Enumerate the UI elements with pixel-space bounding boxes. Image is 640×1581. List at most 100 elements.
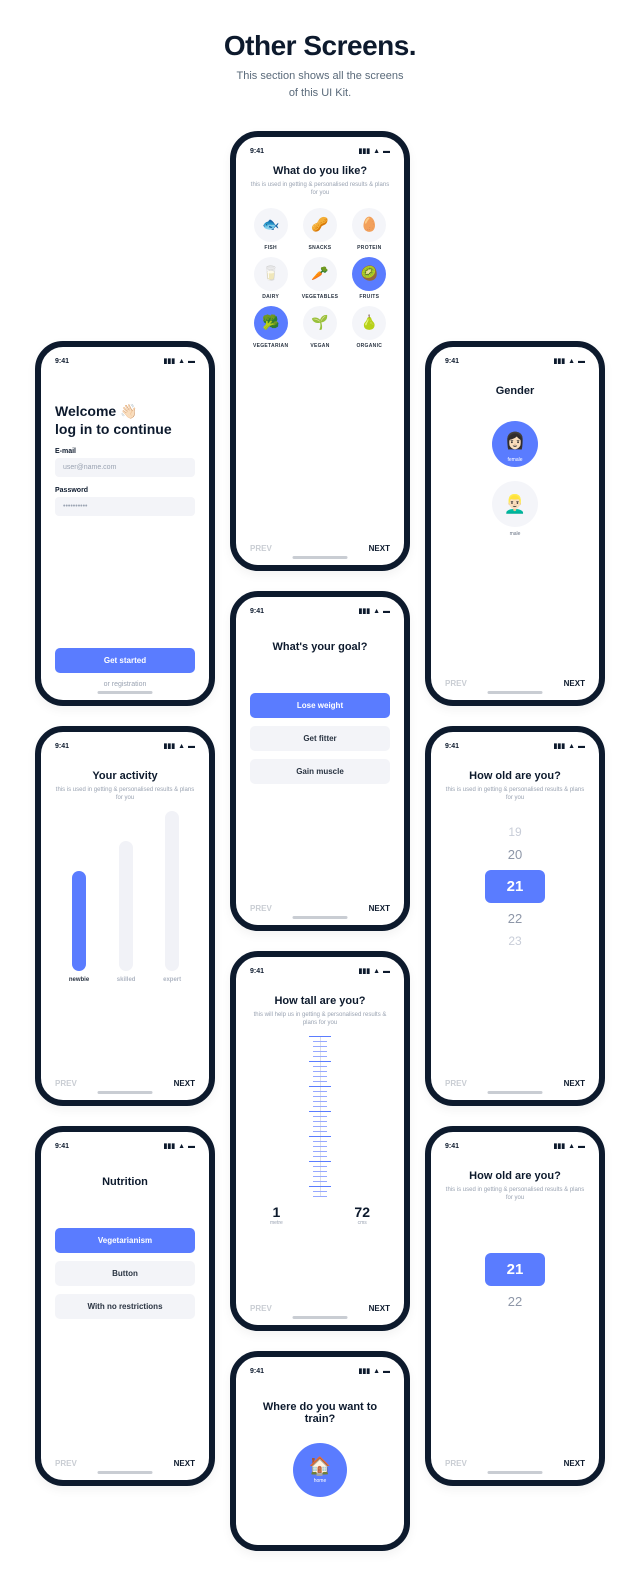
prev-button[interactable]: PREV <box>55 1079 77 1088</box>
food-chip[interactable]: 🥦VEGETARIAN <box>250 306 291 349</box>
goal-option[interactable]: Get fitter <box>250 726 390 751</box>
status-icons: ▮▮▮▲▬ <box>359 607 391 615</box>
prev-button[interactable]: PREV <box>445 1079 467 1088</box>
activity-bar[interactable]: newbie <box>69 871 89 983</box>
next-button[interactable]: NEXT <box>174 1079 195 1088</box>
prev-button[interactable]: PREV <box>445 1459 467 1468</box>
next-button[interactable]: NEXT <box>174 1459 195 1468</box>
activity-bar[interactable]: skilled <box>117 841 136 983</box>
nutrition-option[interactable]: Vegetarianism <box>55 1228 195 1253</box>
status-bar: 9:41 ▮▮▮▲▬ <box>250 607 390 615</box>
battery-icon: ▬ <box>383 1368 390 1375</box>
screen-height: 9:41 ▮▮▮▲▬ How tall are you? this will h… <box>230 951 410 1331</box>
next-button[interactable]: NEXT <box>369 544 390 553</box>
goal-option[interactable]: Gain muscle <box>250 759 390 784</box>
food-icon: 🐟 <box>254 208 288 242</box>
home-indicator <box>98 691 153 694</box>
home-indicator <box>488 1471 543 1474</box>
prev-button[interactable]: PREV <box>445 679 467 688</box>
wifi-icon: ▲ <box>178 743 185 750</box>
nutrition-option[interactable]: With no restrictions <box>55 1294 195 1319</box>
food-icon: 🥦 <box>254 306 288 340</box>
age-selected[interactable]: 21 <box>485 870 546 903</box>
next-button[interactable]: NEXT <box>369 904 390 913</box>
prev-button[interactable]: PREV <box>250 904 272 913</box>
age-title: How old are you? <box>445 770 585 782</box>
prev-button[interactable]: PREV <box>250 1304 272 1313</box>
food-icon: 🥚 <box>352 208 386 242</box>
food-label: VEGAN <box>310 343 329 349</box>
status-bar: 9:41 ▮▮▮▲▬ <box>55 357 195 365</box>
prev-button[interactable]: PREV <box>55 1459 77 1468</box>
screen-train: 9:41 ▮▮▮▲▬ Where do you want to train? 🏠… <box>230 1351 410 1551</box>
status-bar: 9:41 ▮▮▮ ▲ ▬ <box>250 147 390 155</box>
status-time: 9:41 <box>55 358 69 365</box>
activity-bar[interactable]: expert <box>163 811 181 983</box>
wifi-icon: ▲ <box>373 608 380 615</box>
page-title: Other Screens. <box>0 30 640 62</box>
age-option[interactable]: 22 <box>508 1294 522 1309</box>
screen-age: 9:41 ▮▮▮▲▬ How old are you? this is used… <box>425 726 605 1106</box>
nutrition-option[interactable]: Button <box>55 1261 195 1286</box>
goal-option[interactable]: Lose weight <box>250 693 390 718</box>
food-label: DAIRY <box>262 294 279 300</box>
password-field[interactable]: •••••••••• <box>55 497 195 516</box>
train-label: home <box>314 1478 327 1484</box>
age-option[interactable]: 23 <box>508 934 521 948</box>
food-chip[interactable]: 🥜SNACKS <box>299 208 340 251</box>
email-field[interactable]: user@name.com <box>55 458 195 477</box>
age-selected[interactable]: 21 <box>485 1253 546 1286</box>
next-button[interactable]: NEXT <box>369 1304 390 1313</box>
food-chip[interactable]: 🥝FRUITS <box>349 257 390 300</box>
status-bar: 9:41 ▮▮▮▲▬ <box>55 1142 195 1150</box>
signal-icon: ▮▮▮ <box>359 147 371 155</box>
food-chip[interactable]: 🍐ORGANIC <box>349 306 390 349</box>
height-metre: 1metre <box>270 1204 283 1226</box>
screen-goal: 9:41 ▮▮▮▲▬ What's your goal? Lose weight… <box>230 591 410 931</box>
food-chip[interactable]: 🥕VEGETABLES <box>299 257 340 300</box>
food-chip[interactable]: 🌱VEGAN <box>299 306 340 349</box>
food-chip[interactable]: 🥛DAIRY <box>250 257 291 300</box>
next-button[interactable]: NEXT <box>564 1459 585 1468</box>
status-time: 9:41 <box>445 358 459 365</box>
battery-icon: ▬ <box>578 1143 585 1150</box>
food-chip[interactable]: 🥚PROTEIN <box>349 208 390 251</box>
age-option[interactable]: 20 <box>508 847 522 862</box>
next-button[interactable]: NEXT <box>564 679 585 688</box>
status-bar: 9:41 ▮▮▮▲▬ <box>445 1142 585 1150</box>
status-icons: ▮▮▮▲▬ <box>164 357 196 365</box>
email-label: E-mail <box>55 448 195 455</box>
status-bar: 9:41 ▮▮▮▲▬ <box>445 742 585 750</box>
battery-icon: ▬ <box>578 358 585 365</box>
activity-sub: this is used in getting & personalised r… <box>55 786 195 803</box>
battery-icon: ▬ <box>188 1143 195 1150</box>
get-started-button[interactable]: Get started <box>55 648 195 673</box>
age-picker[interactable]: 19 20 21 22 23 <box>445 825 585 948</box>
gender-male[interactable]: 👱🏻‍♂️ <box>492 481 538 527</box>
food-label: SNACKS <box>309 245 332 251</box>
screen-like: 9:41 ▮▮▮ ▲ ▬ What do you like? this is u… <box>230 131 410 571</box>
signal-icon: ▮▮▮ <box>554 357 566 365</box>
height-sub: this will help us in getting & personali… <box>250 1011 390 1028</box>
screen-gender: 9:41 ▮▮▮▲▬ Gender 👩🏻female 👱🏻‍♂️ male PR… <box>425 341 605 706</box>
home-icon: 🏠 <box>309 1456 331 1477</box>
status-time: 9:41 <box>445 743 459 750</box>
food-chip[interactable]: 🐟FISH <box>250 208 291 251</box>
height-ruler[interactable] <box>320 1036 321 1196</box>
train-option-home[interactable]: 🏠 home <box>293 1443 347 1497</box>
height-title: How tall are you? <box>250 995 390 1007</box>
age-option[interactable]: 22 <box>508 911 522 926</box>
gender-female[interactable]: 👩🏻female <box>492 421 538 467</box>
status-time: 9:41 <box>250 148 264 155</box>
status-icons: ▮▮▮▲▬ <box>359 1367 391 1375</box>
registration-link[interactable]: or registration <box>55 681 195 688</box>
food-icon: 🍐 <box>352 306 386 340</box>
wifi-icon: ▲ <box>568 358 575 365</box>
wifi-icon: ▲ <box>373 968 380 975</box>
screen-nutrition: 9:41 ▮▮▮▲▬ Nutrition Vegetarianism Butto… <box>35 1126 215 1486</box>
status-time: 9:41 <box>55 1143 69 1150</box>
age-picker[interactable]: 21 22 <box>445 1253 585 1309</box>
next-button[interactable]: NEXT <box>564 1079 585 1088</box>
age-option[interactable]: 19 <box>508 825 521 839</box>
prev-button[interactable]: PREV <box>250 544 272 553</box>
